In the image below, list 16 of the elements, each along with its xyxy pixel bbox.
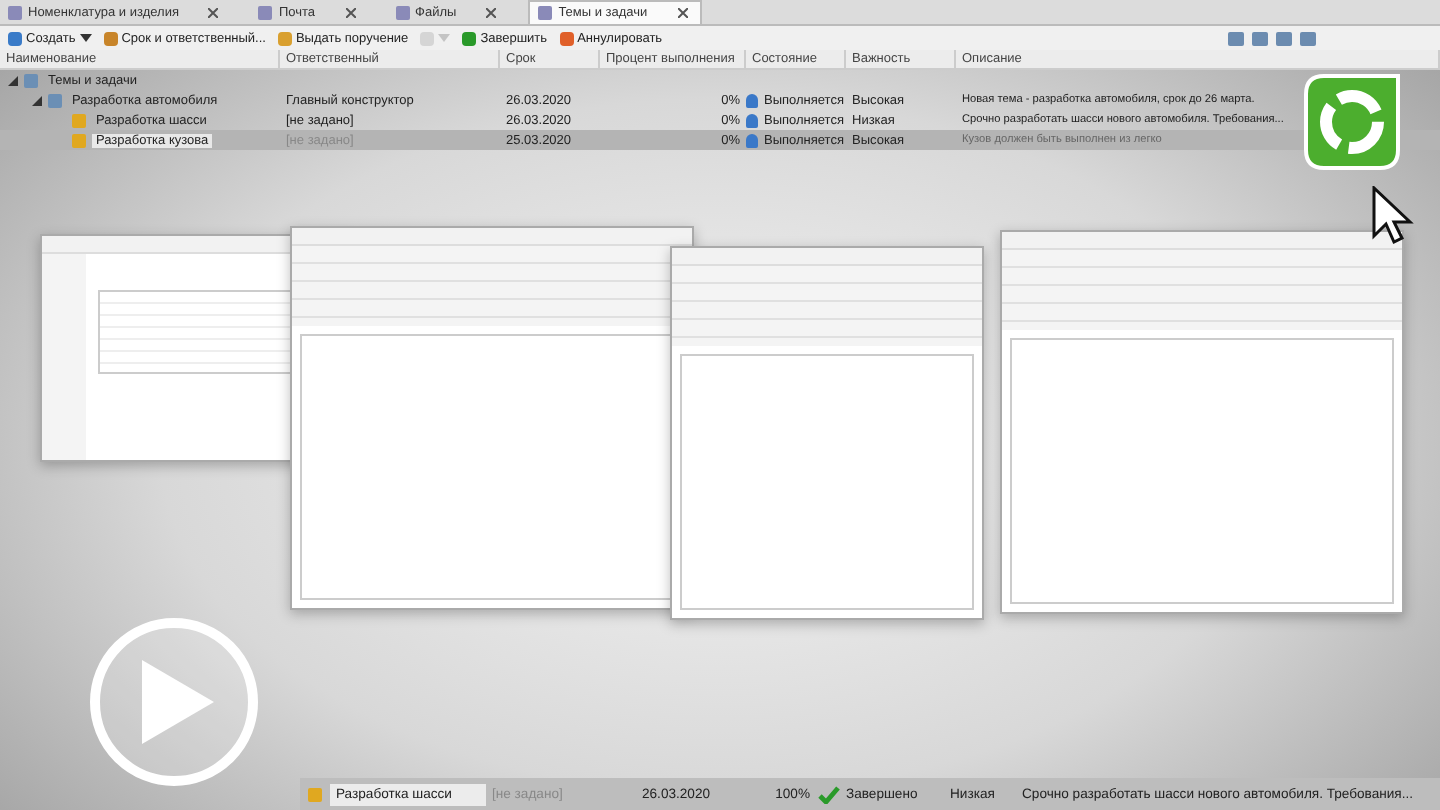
close-icon[interactable] <box>345 7 356 17</box>
close-icon[interactable] <box>677 8 688 18</box>
tab-icon <box>395 5 410 19</box>
close-icon[interactable] <box>208 7 219 17</box>
task-icon <box>308 787 322 801</box>
caret-icon[interactable] <box>79 34 92 42</box>
close-icon[interactable] <box>486 7 497 17</box>
play-icon <box>138 656 218 748</box>
check-icon <box>818 785 840 803</box>
tab-icon <box>8 5 22 19</box>
expand-icon[interactable] <box>32 95 42 105</box>
tab-icon <box>538 6 553 20</box>
cursor-icon <box>1372 186 1416 246</box>
tab-icon <box>258 5 273 19</box>
expand-icon[interactable] <box>8 75 18 85</box>
logo-icon <box>1304 74 1400 170</box>
